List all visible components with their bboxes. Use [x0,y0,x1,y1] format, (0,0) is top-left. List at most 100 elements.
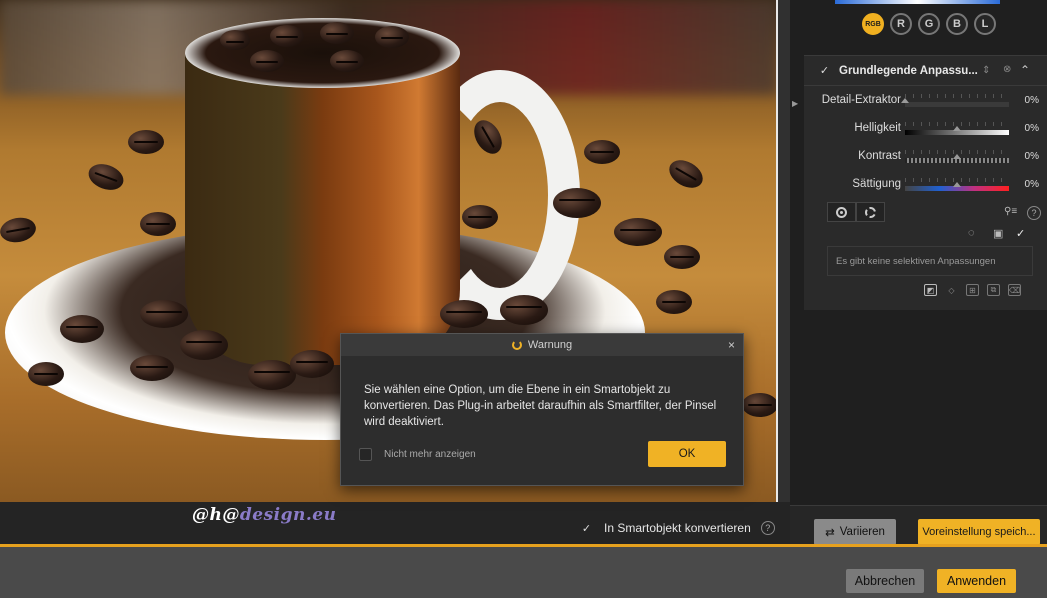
plugin-window: @h@design.eu ✓ In Smartobjekt konvertier… [0,0,1047,598]
selective-adjustments-list: Es gibt keine selektiven Anpassungen [827,246,1033,276]
vary-button[interactable]: ⇄ Variieren [814,519,896,545]
slider-value: 0% [1024,123,1039,134]
brush-point-button[interactable] [856,202,885,222]
histogram-strip [835,0,1000,4]
slider-contrast[interactable]: Kontrast 0% [804,144,1047,172]
control-point-icon [836,206,847,218]
dont-show-again-option[interactable]: Nicht mehr anzeigen [359,448,476,461]
slider-track[interactable] [901,98,1009,107]
watermark-part1: @h@ [192,505,240,525]
coffee-bean [584,140,620,164]
invert-icon[interactable]: ◩ [924,284,937,296]
brush-point-icon [865,206,876,218]
coffee-bean [270,25,304,47]
apply-check-icon[interactable]: ✓ [1016,227,1025,240]
close-icon[interactable]: × [728,338,735,352]
slider-track[interactable] [905,182,1009,191]
coffee-bean [60,315,104,343]
panel-enable-checkbox[interactable]: ✓ [818,64,831,77]
slider-thumb[interactable] [953,126,961,131]
dialog-title: Warnung [527,339,573,351]
channel-selector: RGB R G B L [862,13,996,35]
slider-detail-extractor[interactable]: Detail-Extraktor 0% [804,88,1047,116]
coffee-bean [664,245,700,269]
coffee-bean [375,26,409,48]
slider-saturation[interactable]: Sättigung 0% [804,172,1047,200]
channel-b-button[interactable]: B [946,13,968,35]
dont-show-again-checkbox[interactable] [359,448,372,461]
slider-thumb[interactable] [901,98,909,103]
reorder-icon[interactable]: ⇕ [982,65,990,76]
coffee-bean [440,300,488,328]
coffee-bean [140,300,188,328]
ok-button[interactable]: OK [648,441,726,467]
collapse-icon[interactable]: ⌃ [1020,63,1030,77]
group-icon[interactable]: ⊞ [966,284,979,296]
coffee-bean [248,360,296,390]
coffee-bean [330,50,364,72]
trash-icon[interactable]: ⌫ [1008,284,1021,296]
footer-bar: Abbrechen Anwenden [0,544,1047,598]
checkmark-icon[interactable]: ✓ [580,522,593,535]
dont-show-again-label: Nicht mehr anzeigen [384,449,476,460]
coffee-bean [140,212,176,236]
coffee-bean [220,30,250,50]
panel-header[interactable]: ✓ Grundlegende Anpassu... ⇕ ⊗ ⌃ [804,56,1047,86]
dialog-message: Sie wählen eine Option, um die Ebene in … [364,384,717,428]
diamond-icon[interactable]: ◇ [945,284,958,296]
show-points-icon[interactable]: ◌ [968,227,975,239]
coffee-bean [130,355,174,381]
channel-g-button[interactable]: G [918,13,940,35]
smart-object-label: In Smartobjekt konvertieren [604,521,751,535]
slider-brightness[interactable]: Helligkeit 0% [804,116,1047,144]
coffee-bean [290,350,334,378]
dialog-titlebar[interactable]: Warnung × [341,334,743,356]
mask-icon[interactable]: ▣ [993,227,1003,240]
slider-label: Helligkeit [854,122,901,134]
panel-help-icon[interactable]: ? [1027,206,1041,220]
apply-button[interactable]: Anwenden [937,569,1016,593]
coffee-bean [500,295,548,325]
slider-label: Kontrast [858,150,901,162]
selection-actions: ◩ ◇ ⊞ ⧉ ⌫ [924,284,1021,296]
reset-icon[interactable]: ⊗ [1003,64,1011,75]
slider-label: Detail-Extraktor [821,94,901,106]
cancel-button[interactable]: Abbrechen [846,569,924,593]
channel-l-button[interactable]: L [974,13,996,35]
expand-arrow-icon[interactable]: ▶ [792,99,798,108]
watermark-part2: design.eu [239,505,337,525]
right-action-bar: ⇄ Variieren Voreinstellung speich... [790,505,1047,545]
save-preset-button[interactable]: Voreinstellung speich... [918,519,1040,545]
right-panel: RGB R G B L ✓ Grundlegende Anpassu... ⇕ … [790,0,1047,544]
coffee-bean [462,205,498,229]
channel-rgb-button[interactable]: RGB [862,13,884,35]
coffee-bean [0,215,38,245]
coffee-bean [180,330,228,360]
slider-track[interactable] [905,126,1009,135]
control-point-button[interactable] [827,202,856,222]
selection-tool-buttons [827,202,885,222]
coffee-bean [742,393,778,417]
slider-value: 0% [1024,151,1039,162]
canvas-scrollbar[interactable] [778,0,790,502]
slider-label: Sättigung [852,178,901,190]
slider-track[interactable] [905,154,1009,163]
panel-title: Grundlegende Anpassu... [839,64,978,77]
coffee-bean [614,218,662,246]
smart-object-option[interactable]: ✓ In Smartobjekt konvertieren ? [580,521,775,535]
slider-thumb[interactable] [953,182,961,187]
coffee-bean [664,154,708,194]
vary-label: Variieren [839,526,885,538]
slider-thumb[interactable] [953,154,961,159]
coffee-bean [84,159,128,195]
sort-icon[interactable]: ⚲≡ [1004,206,1017,217]
slider-value: 0% [1024,95,1039,106]
coffee-bean [28,362,64,386]
channel-r-button[interactable]: R [890,13,912,35]
coffee-bean [320,22,354,44]
watermark: @h@design.eu [192,505,336,525]
duplicate-icon[interactable]: ⧉ [987,284,1000,296]
help-icon[interactable]: ? [760,521,775,535]
coffee-bean [128,130,164,154]
basic-adjustments-panel: ✓ Grundlegende Anpassu... ⇕ ⊗ ⌃ Detail-E… [804,55,1047,310]
